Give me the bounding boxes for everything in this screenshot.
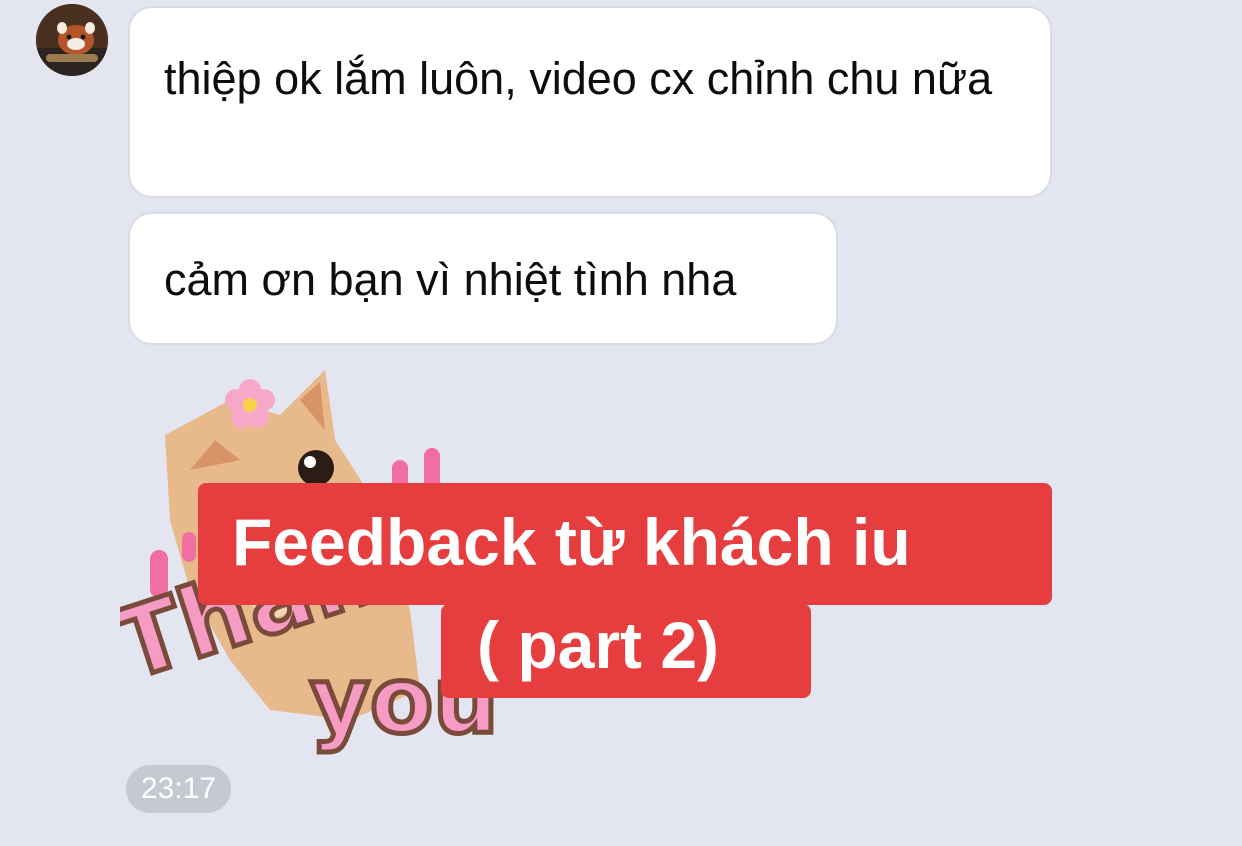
caption-text: ( part 2)	[477, 608, 720, 682]
message-bubble[interactable]: thiệp ok lắm luôn, video cx chỉnh chu nữ…	[128, 6, 1052, 198]
message-text: thiệp ok lắm luôn, video cx chỉnh chu nữ…	[164, 53, 993, 104]
caption-text: Feedback từ khách iu	[232, 505, 911, 579]
message-timestamp: 23:17	[126, 765, 231, 813]
message-text: cảm ơn bạn vì nhiệt tình nha	[164, 254, 737, 305]
caption-banner-line1: Feedback từ khách iu	[198, 483, 1052, 605]
red-panda-avatar-icon	[36, 4, 108, 76]
caption-banner-line2: ( part 2)	[441, 604, 811, 698]
message-bubble[interactable]: cảm ơn bạn vì nhiệt tình nha	[128, 212, 838, 345]
sender-avatar[interactable]	[36, 4, 108, 76]
cherry-blossom-icon	[225, 379, 275, 428]
